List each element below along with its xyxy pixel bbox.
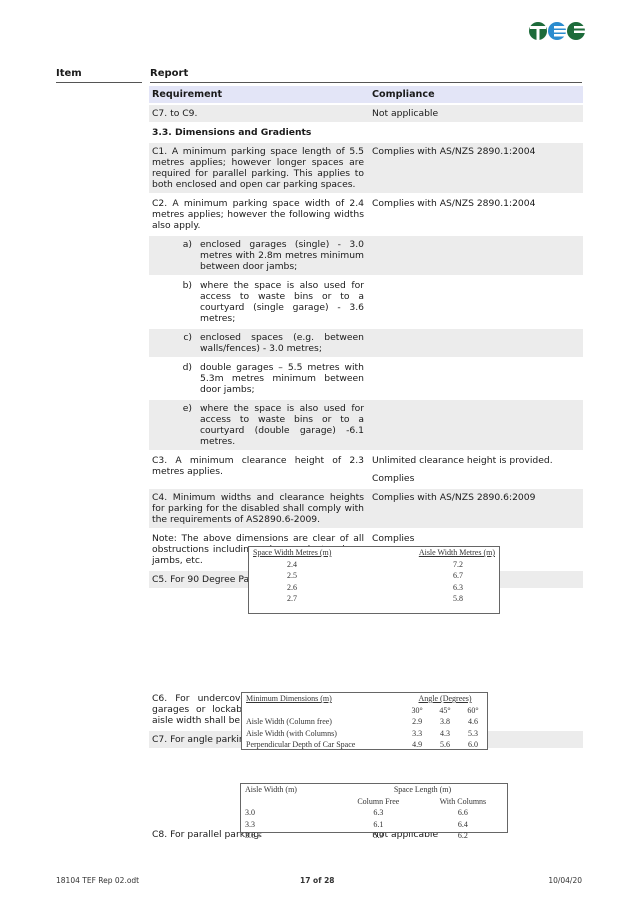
fig-header: Space Width Metres (m) <box>253 548 332 557</box>
requirement-cell: C1. A minimum parking space length of 5.… <box>152 146 364 190</box>
requirement-cell: C4. Minimum widths and clearance heights… <box>152 492 364 525</box>
fig-cell: Aisle Width (Column free) <box>246 717 332 726</box>
fig-cell: Perpendicular Depth of Car Space <box>246 740 356 749</box>
subitem-text: enclosed garages (single) - 3.0 metres w… <box>200 239 364 272</box>
section-heading: 3.3. Dimensions and Gradients <box>152 127 312 138</box>
fig-title: Minimum Dimensions (m) <box>246 694 332 703</box>
fig-cell: 6.3 <box>373 808 384 817</box>
fig-cell: 5.6 <box>440 740 451 749</box>
fig-row: 2.7 5.8 <box>249 593 499 605</box>
fig-row: Perpendicular Depth of Car Space 4.9 5.6 6.… <box>242 739 487 751</box>
subitem-label: d) <box>182 362 192 373</box>
compliance-cell: Complies with AS/NZS 2890.1:2004 <box>372 146 536 157</box>
fig-cell: 5.9 <box>373 831 384 840</box>
footer-filename: 18104 TEF Rep 02.odt <box>56 876 140 885</box>
fig-cell: 4.6 <box>468 717 478 726</box>
fig-cell: 6.2 <box>457 831 468 840</box>
fig-title: Angle (Degrees) <box>418 694 472 703</box>
fig-cell: 3.0 <box>245 808 255 817</box>
fig-cell: 4.9 <box>412 740 423 749</box>
subitem-text: where the space is also used for access … <box>200 280 364 324</box>
fig-cell: 2.5 <box>287 571 297 580</box>
fig-subheader: With Columns <box>439 796 487 806</box>
fig-cell: 3.3 <box>412 728 423 738</box>
subitem-label: a) <box>182 239 192 250</box>
fig-row: Aisle Width (Column free) 2.9 3.8 4.6 <box>242 716 487 728</box>
compliance-status: Complies <box>372 473 415 484</box>
fig-cell: 6.4 <box>457 819 468 829</box>
fig-cell: 3.3 <box>245 819 255 829</box>
compliance-cell: Complies with AS/NZS 2890.6:2009 <box>372 492 536 503</box>
fig-row: 3.0 6.3 6.6 <box>241 807 507 819</box>
fig-cell: 6.1 <box>373 819 384 829</box>
section-heading-row: 3.3. Dimensions and Gradients <box>149 124 583 141</box>
tef-logo <box>529 22 586 40</box>
column-header-item: Item <box>56 68 142 83</box>
fig-cell: 2.7 <box>287 594 297 603</box>
fig-row: 2.6 6.3 <box>249 582 499 594</box>
fig-cell: 5.3 <box>468 728 478 738</box>
fig-cell: 6.3 <box>453 582 463 592</box>
fig-title: Space Length (m) <box>393 785 452 794</box>
fig-angle: 30° <box>411 705 423 715</box>
fig-subheader: Column Free <box>357 796 400 806</box>
fig-cell: 2.4 <box>287 559 297 569</box>
subitem-label: c) <box>183 332 192 343</box>
header-compliance: Compliance <box>372 89 435 100</box>
requirement-cell: C3. A minimum clearance height of 2.3 me… <box>152 455 364 477</box>
table-row: C1. A minimum parking space length of 5.… <box>149 143 583 193</box>
fig-header: Aisle Width Metres (m) <box>418 548 495 557</box>
footer-date: 10/04/20 <box>548 876 582 885</box>
figure-90-degree-parking: Space Width Metres (m) Aisle Width Metre… <box>248 546 500 614</box>
table-row: C7. to C9. Not applicable <box>149 105 583 122</box>
fig-row: 2.4 7.2 <box>249 559 499 571</box>
fig-angle: 45° <box>439 705 451 715</box>
requirement-cell: C7. to C9. <box>152 108 198 119</box>
compliance-cell: Complies with AS/NZS 2890.1:2004 <box>372 198 536 209</box>
subitem-text: where the space is also used for access … <box>200 403 364 447</box>
table-row: C4. Minimum widths and clearance heights… <box>149 489 583 528</box>
fig-cell: 3.8 <box>440 717 451 726</box>
figure-parallel-parking: Aisle Width (m) Space Length (m) Column … <box>240 783 508 840</box>
header-requirement: Requirement <box>152 89 223 100</box>
fig-cell: 6.6 <box>457 808 468 817</box>
fig-cell: 6.0 <box>468 740 478 749</box>
fig-cell: 6.7 <box>453 571 463 580</box>
subitem-row: e) where the space is also used for acces… <box>149 400 583 450</box>
subitem-row: d) double garages – 5.5 metres with 5.3m … <box>149 359 583 398</box>
requirement-cell: C2. A minimum parking space width of 2.4… <box>152 198 364 231</box>
subitem-label: e) <box>182 403 192 414</box>
footer-page-number: 17 of 28 <box>300 876 335 885</box>
compliance-cell: Not applicable <box>372 108 439 119</box>
subitem-text: enclosed spaces (e.g. between walls/fenc… <box>200 332 364 354</box>
subitem-text: double garages – 5.5 metres with 5.3m me… <box>200 362 364 395</box>
fig-cell: 5.8 <box>453 594 463 603</box>
fig-cell: 7.2 <box>453 559 463 569</box>
fig-cell: 2.6 <box>287 582 297 592</box>
table-row: C3. A minimum clearance height of 2.3 me… <box>149 452 583 487</box>
fig-angle: 60° <box>467 705 479 715</box>
fig-row: 3.3 6.1 6.4 <box>241 819 507 831</box>
fig-cell: 3.6 + <box>245 831 262 840</box>
fig-title: Aisle Width (m) <box>245 785 297 794</box>
table-row: C2. A minimum parking space width of 2.4… <box>149 195 583 234</box>
fig-row: 2.5 6.7 <box>249 570 499 582</box>
fig-cell: 2.9 <box>412 717 423 726</box>
fig-cell: 4.3 <box>440 728 451 738</box>
fig-cell: Aisle Width (with Columns) <box>246 728 337 738</box>
figure-angle-parking: Minimum Dimensions (m) Angle (Degrees) 3… <box>241 692 488 750</box>
subitem-row: c) enclosed spaces (e.g. between walls/fe… <box>149 329 583 357</box>
subitem-row: b) where the space is also used for acces… <box>149 277 583 327</box>
fig-row: 3.6 + 5.9 6.2 <box>241 830 507 842</box>
table-header-row: Requirement Compliance <box>149 86 583 103</box>
fig-row: Aisle Width (with Columns) 3.3 4.3 5.3 <box>242 728 487 740</box>
column-header-report: Report <box>150 68 582 83</box>
subitem-row: a) enclosed garages (single) - 3.0 metres… <box>149 236 583 275</box>
compliance-cell: Unlimited clearance height is provided. <box>372 455 553 466</box>
subitem-label: b) <box>182 280 192 291</box>
